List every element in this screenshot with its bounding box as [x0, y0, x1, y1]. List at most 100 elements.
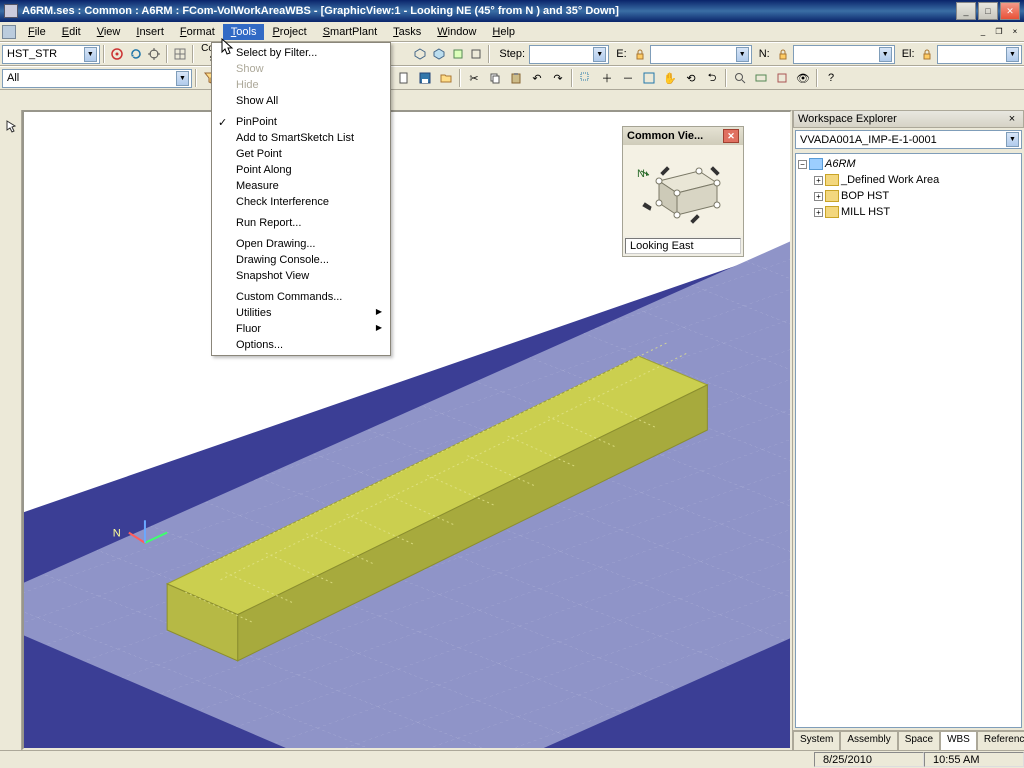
tab-assembly[interactable]: Assembly	[840, 731, 897, 750]
north-combo[interactable]: ▼	[793, 45, 895, 64]
tb-pan-icon[interactable]: ✋	[660, 68, 680, 88]
active-permission-combo[interactable]: HST_STR ▼	[2, 45, 100, 64]
menu-project[interactable]: Project	[264, 24, 314, 40]
panel-close-icon[interactable]: ×	[1005, 113, 1019, 125]
minimize-button[interactable]: _	[956, 2, 976, 20]
tb-save-icon[interactable]	[415, 68, 435, 88]
view-iso1-icon[interactable]	[411, 44, 429, 64]
menu-insert[interactable]: Insert	[128, 24, 172, 40]
menu-item-measure[interactable]: Measure	[214, 178, 388, 194]
menu-item-point-along[interactable]: Point Along	[214, 162, 388, 178]
workspace-tree[interactable]: − A6RM +_Defined Work Area+BOP HST+MILL …	[795, 153, 1022, 728]
tool-refresh-icon[interactable]	[127, 44, 145, 64]
menu-item-drawing-console[interactable]: Drawing Console...	[214, 252, 388, 268]
view-iso2-icon[interactable]	[430, 44, 448, 64]
menu-format[interactable]: Format	[172, 24, 223, 40]
tb-rotate-icon[interactable]: ⟲	[681, 68, 701, 88]
mdi-minimize[interactable]: _	[976, 26, 990, 38]
menu-item-get-point[interactable]: Get Point	[214, 146, 388, 162]
folder-icon	[825, 190, 839, 202]
menu-item-add-to-smartsketch-list[interactable]: Add to SmartSketch List	[214, 130, 388, 146]
tb-undo-icon[interactable]: ↶	[527, 68, 547, 88]
tab-wbs[interactable]: WBS	[940, 731, 977, 750]
menu-help[interactable]: Help	[484, 24, 523, 40]
tab-reference[interactable]: Reference	[977, 731, 1024, 750]
menu-item-open-drawing[interactable]: Open Drawing...	[214, 236, 388, 252]
tb-clip2-icon[interactable]	[772, 68, 792, 88]
navcube-body[interactable]: N	[623, 145, 743, 236]
step-combo[interactable]: ▼	[529, 45, 609, 64]
menu-item-run-report[interactable]: Run Report...	[214, 215, 388, 231]
tree-node[interactable]: +MILL HST	[814, 204, 1019, 220]
tb-redo-icon[interactable]: ↷	[548, 68, 568, 88]
palette-title: Common Vie...	[627, 130, 703, 142]
menu-item-pinpoint[interactable]: PinPoint✓	[214, 114, 388, 130]
select-tool-icon[interactable]	[1, 116, 21, 136]
menu-item-fluor[interactable]: Fluor▶	[214, 321, 388, 337]
menu-item-utilities[interactable]: Utilities▶	[214, 305, 388, 321]
tb-new-icon[interactable]	[394, 68, 414, 88]
lock-el-icon[interactable]	[919, 44, 937, 64]
expand-icon[interactable]: +	[814, 176, 823, 185]
menu-item-snapshot-view[interactable]: Snapshot View	[214, 268, 388, 284]
tb-clip-icon[interactable]	[751, 68, 771, 88]
tb-show-icon[interactable]: 👁	[793, 68, 813, 88]
expand-icon[interactable]: +	[814, 192, 823, 201]
tb-paste-icon[interactable]	[506, 68, 526, 88]
mdi-close[interactable]: ×	[1008, 26, 1022, 38]
tree-node[interactable]: +BOP HST	[814, 188, 1019, 204]
menu-view[interactable]: View	[89, 24, 129, 40]
tb-zoomarea-icon[interactable]	[576, 68, 596, 88]
tb-zoomout-icon[interactable]: －	[618, 68, 638, 88]
tb-cut-icon[interactable]: ✂	[464, 68, 484, 88]
tb-find-icon[interactable]	[730, 68, 750, 88]
tb-help-icon[interactable]: ?	[821, 68, 841, 88]
locate-filter-combo[interactable]: All ▼	[2, 69, 192, 88]
close-button[interactable]: ✕	[1000, 2, 1020, 20]
elev-combo[interactable]: ▼	[937, 45, 1022, 64]
tb-prev-icon[interactable]: ⮌	[702, 68, 722, 88]
view-front-icon[interactable]	[468, 44, 486, 64]
menu-item-options[interactable]: Options...	[214, 337, 388, 353]
tab-space[interactable]: Space	[898, 731, 940, 750]
menu-smartplant[interactable]: SmartPlant	[315, 24, 385, 40]
menu-file[interactable]: File	[20, 24, 54, 40]
palette-header[interactable]: Common Vie... ✕	[623, 127, 743, 145]
common-views-palette[interactable]: Common Vie... ✕	[622, 126, 744, 257]
menu-item-custom-commands[interactable]: Custom Commands...	[214, 289, 388, 305]
maximize-button[interactable]: □	[978, 2, 998, 20]
expand-icon[interactable]: +	[814, 208, 823, 217]
workspace-combo[interactable]: VVADA001A_IMP-E-1-0001 ▼	[795, 130, 1022, 149]
graphic-view[interactable]: N Common Vie... ✕	[22, 110, 792, 750]
tb-open-icon[interactable]	[436, 68, 456, 88]
close-icon[interactable]: ✕	[723, 129, 739, 143]
chevron-down-icon: ▼	[84, 47, 97, 62]
menu-edit[interactable]: Edit	[54, 24, 89, 40]
menu-window[interactable]: Window	[429, 24, 484, 40]
mdi-restore[interactable]: ❐	[992, 26, 1006, 38]
tools-menu[interactable]: Select by Filter...ShowHideShow AllPinPo…	[211, 42, 391, 356]
tb-copy-icon[interactable]	[485, 68, 505, 88]
lock-n-icon[interactable]	[774, 44, 792, 64]
east-label: E:	[610, 48, 629, 60]
toolbar-row2: All ▼ ✂ ↶ ↷ ＋ － ✋ ⟲ ⮌ 👁 ?	[0, 66, 1024, 90]
menu-tools[interactable]: Tools	[223, 24, 265, 40]
tab-system[interactable]: System	[793, 731, 840, 750]
east-combo[interactable]: ▼	[650, 45, 752, 64]
menu-tasks[interactable]: Tasks	[385, 24, 429, 40]
collapse-icon[interactable]: −	[798, 160, 807, 169]
menu-item-check-interference[interactable]: Check Interference	[214, 194, 388, 210]
combo-value: HST_STR	[7, 48, 57, 60]
lock-e-icon[interactable]	[631, 44, 649, 64]
view-plan-icon[interactable]	[449, 44, 467, 64]
tool-grid-icon[interactable]	[171, 44, 189, 64]
tb-zoomin-icon[interactable]: ＋	[597, 68, 617, 88]
tool-target-icon[interactable]	[145, 44, 163, 64]
menu-item-show-all[interactable]: Show All	[214, 93, 388, 109]
tree-node[interactable]: +_Defined Work Area	[814, 172, 1019, 188]
tool-locate-icon[interactable]	[108, 44, 126, 64]
menu-item-select-by-filter[interactable]: Select by Filter...	[214, 45, 388, 61]
menu-bar: FileEditViewInsertFormatToolsProjectSmar…	[0, 22, 1024, 42]
tb-fit-icon[interactable]	[639, 68, 659, 88]
tree-root[interactable]: − A6RM	[798, 156, 1019, 172]
